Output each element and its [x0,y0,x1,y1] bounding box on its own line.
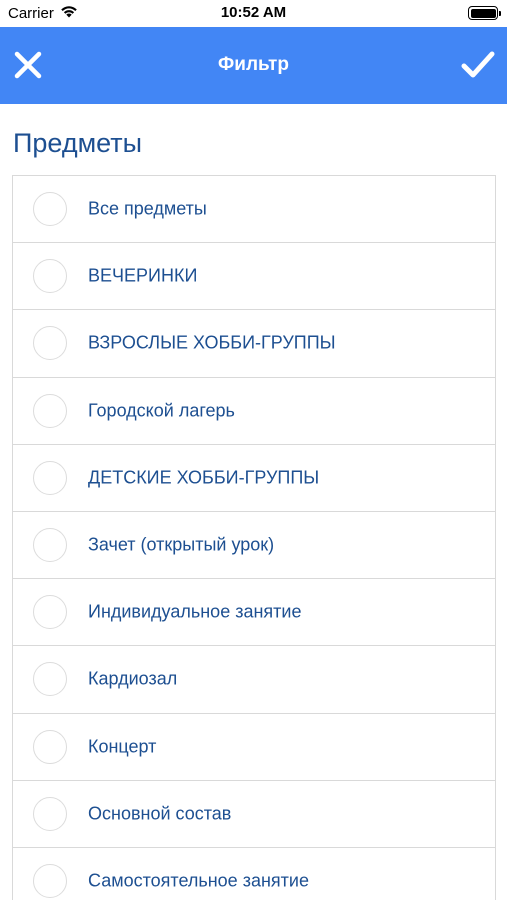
item-label: Индивидуальное занятие [88,601,302,622]
radio-button[interactable] [33,528,67,563]
item-label: Основной состав [88,803,232,824]
list-item[interactable]: Кардиозал [13,646,495,714]
status-bar: Carrier 10:52 AM [0,0,507,27]
radio-button[interactable] [33,729,67,764]
radio-button[interactable] [33,192,67,227]
list-item[interactable]: Зачет (открытый урок) [13,511,495,580]
item-label: Все предметы [88,198,207,219]
item-label: ВЕЧЕРИНКИ [88,265,198,286]
radio-button[interactable] [33,393,67,428]
radio-button[interactable] [33,796,67,831]
list-item[interactable]: Самостоятельное занятие [13,847,495,900]
item-label: Самостоятельное занятие [88,870,309,891]
radio-button[interactable] [33,662,67,697]
list-item[interactable]: ВЕЧЕРИНКИ [13,243,495,311]
list-item[interactable]: ДЕТСКИЕ ХОББИ-ГРУППЫ [13,444,495,512]
list-item[interactable]: Городской лагерь [13,377,495,445]
list-item[interactable]: Все предметы [13,176,495,244]
status-time: 10:52 AM [220,4,287,21]
list-item[interactable]: ВЗРОСЛЫЕ ХОББИ-ГРУППЫ [13,310,495,378]
item-label: ДЕТСКИЕ ХОББИ-ГРУППЫ [88,467,320,488]
confirm-button[interactable] [457,45,499,85]
item-label: Городской лагерь [88,400,235,421]
nav-title: Фильтр [218,54,289,75]
item-label: ВЗРОСЛЫЕ ХОББИ-ГРУППЫ [88,332,336,353]
radio-button[interactable] [33,460,67,495]
item-label: Кардиозал [88,668,178,689]
subjects-list: Все предметы ВЕЧЕРИНКИ ВЗРОСЛЫЕ ХОББИ-ГР… [12,175,496,900]
list-item[interactable]: Концерт [13,713,495,781]
list-item[interactable]: Индивидуальное занятие [13,579,495,647]
radio-button[interactable] [33,259,67,294]
battery-icon [468,6,501,20]
radio-button[interactable] [33,863,67,898]
item-label: Зачет (открытый урок) [88,534,275,555]
nav-bar: Фильтр [0,27,507,104]
item-label: Концерт [88,736,157,757]
section-title: Предметы [13,128,143,158]
checkmark-icon [461,51,495,78]
radio-button[interactable] [33,326,67,361]
list-item[interactable]: Основной состав [13,780,495,848]
radio-button[interactable] [33,595,67,630]
